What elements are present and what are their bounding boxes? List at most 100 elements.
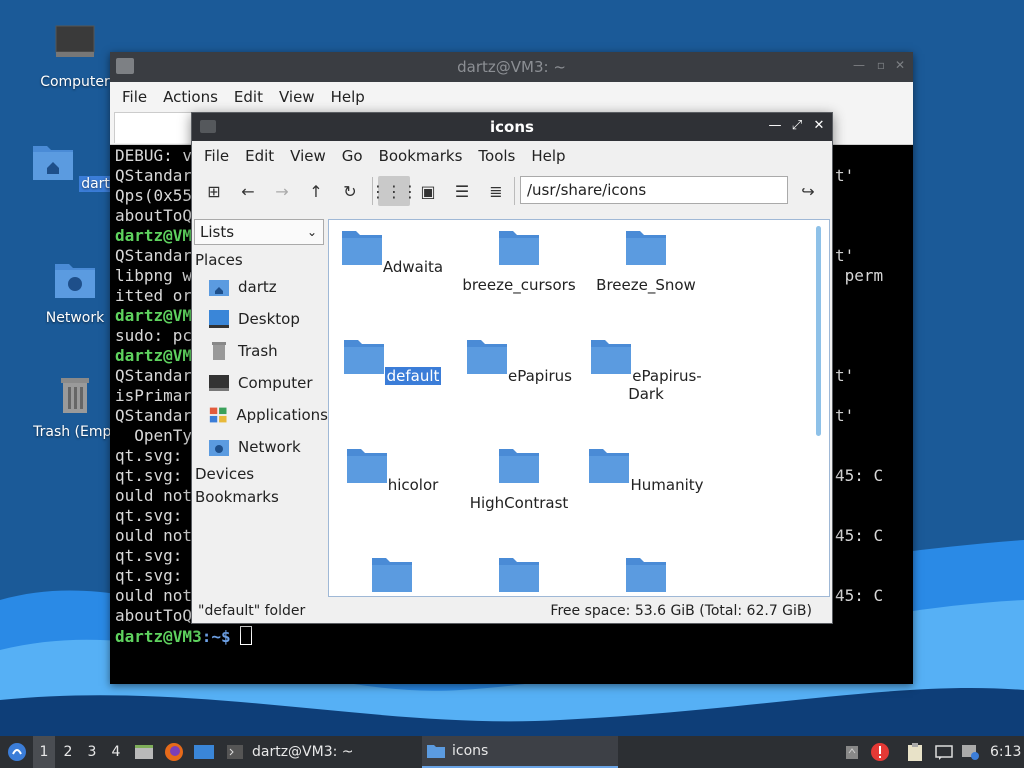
task-icons[interactable]: icons	[422, 736, 618, 768]
folder-item[interactable]: Adwaita	[332, 228, 452, 276]
fm-menubar: File Edit View Go Bookmarks Tools Help	[192, 141, 832, 171]
tray-updates[interactable]	[844, 736, 860, 768]
folder-item[interactable]: ePapirus-Dark	[586, 337, 706, 403]
folder-icon	[626, 558, 666, 592]
terminal-line-tail: 45: C	[835, 466, 884, 485]
icon-view-icon[interactable]: ⋮⋮⋮	[370, 176, 418, 206]
folder-item[interactable]: ePapirus	[459, 337, 579, 385]
thumbnail-view-icon[interactable]: ▣	[412, 176, 444, 206]
place-home[interactable]: dartz	[192, 271, 328, 303]
file-manager-window[interactable]: icons — ⤢ ✕ File Edit View Go Bookmarks …	[191, 112, 833, 624]
devices-header[interactable]: Devices	[192, 465, 328, 485]
folder-item[interactable]	[586, 555, 706, 596]
folder-item[interactable]: hicolor	[332, 446, 452, 494]
quicklaunch-file-manager[interactable]	[134, 736, 154, 768]
scrollbar[interactable]	[816, 226, 821, 436]
maximize-icon[interactable]: ▫	[877, 58, 885, 72]
fm-titlebar[interactable]: icons — ⤢ ✕	[192, 113, 832, 141]
terminal-line-tail	[835, 186, 910, 206]
place-applications[interactable]: Applications	[192, 399, 328, 431]
go-icon[interactable]: ↪	[792, 176, 824, 206]
back-icon[interactable]: ←	[232, 176, 264, 206]
quicklaunch-desktop[interactable]	[193, 736, 215, 768]
task-terminal[interactable]: dartz@VM3: ~	[222, 736, 422, 768]
menu-file[interactable]: File	[196, 147, 237, 165]
folder-icon	[341, 231, 382, 265]
folder-item[interactable]: breeze_cursors	[459, 228, 579, 294]
menu-tools[interactable]: Tools	[470, 147, 523, 165]
terminal-line-tail: t'	[835, 246, 855, 265]
place-label: Applications	[236, 406, 328, 424]
quicklaunch-firefox[interactable]	[164, 736, 184, 768]
tray-alert[interactable]	[870, 736, 890, 768]
place-label: dartz	[238, 278, 277, 296]
computer-icon	[209, 375, 229, 391]
side-pane-mode-select[interactable]: Lists ⌄	[194, 219, 324, 245]
tray-network[interactable]	[960, 736, 980, 768]
place-computer[interactable]: Computer	[192, 367, 328, 399]
menu-help[interactable]: Help	[323, 88, 373, 106]
folder-icon	[343, 340, 384, 374]
folder-item[interactable]: HighContrast	[459, 446, 579, 512]
menu-help[interactable]: Help	[523, 147, 573, 165]
workspace-1[interactable]: 1	[33, 736, 55, 768]
tray-notifications[interactable]	[934, 736, 954, 768]
up-icon[interactable]: ↑	[300, 176, 332, 206]
workspace-4[interactable]: 4	[105, 736, 127, 768]
place-trash[interactable]: Trash	[192, 335, 328, 367]
menu-file[interactable]: File	[114, 88, 155, 106]
clock[interactable]: 6:13	[990, 736, 1021, 768]
detailed-view-icon[interactable]: ≣	[480, 176, 512, 206]
reload-icon[interactable]: ↻	[334, 176, 366, 206]
close-icon[interactable]: ✕	[810, 117, 828, 135]
menu-actions[interactable]: Actions	[155, 88, 226, 106]
side-pane: Lists ⌄ Places dartz Desktop Trash Compu…	[192, 211, 328, 603]
terminal-line-tail	[835, 146, 910, 166]
close-icon[interactable]: ✕	[895, 58, 905, 72]
show-desktop-icon	[194, 745, 214, 759]
place-label: Computer	[238, 374, 313, 392]
chat-icon	[935, 745, 953, 760]
menu-view[interactable]: View	[282, 147, 334, 165]
folder-icon	[346, 449, 387, 483]
place-network[interactable]: Network	[192, 431, 328, 463]
folder-item[interactable]: Breeze_Snow	[586, 228, 706, 294]
folder-icon	[499, 231, 539, 265]
terminal-line-tail	[835, 226, 910, 246]
folder-item[interactable]: default	[332, 337, 452, 385]
terminal-line-tail	[835, 426, 910, 446]
folder-icon	[467, 340, 507, 374]
minimize-icon[interactable]: —	[853, 58, 865, 72]
workspace-3[interactable]: 3	[81, 736, 103, 768]
menu-edit[interactable]: Edit	[237, 147, 282, 165]
path-input[interactable]: /usr/share/icons	[520, 176, 788, 204]
folder-icon	[499, 558, 539, 592]
folder-item[interactable]	[459, 555, 579, 596]
terminal-line-tail	[835, 506, 910, 526]
compact-view-icon[interactable]: ☰	[446, 176, 478, 206]
folder-view[interactable]: Adwaita breeze_cursors Breeze_Snow default e…	[328, 219, 830, 597]
bookmarks-header[interactable]: Bookmarks	[192, 488, 328, 508]
maximize-icon[interactable]: ⤢	[788, 117, 806, 135]
desktop-icon-label: Network	[45, 310, 105, 326]
main-menu-button[interactable]	[4, 736, 30, 768]
folder-item[interactable]: Humanity	[586, 446, 706, 494]
status-bar: "default" folder Free space: 53.6 GiB (T…	[192, 599, 832, 623]
forward-icon[interactable]: →	[266, 176, 298, 206]
folder-name: Adwaita	[382, 258, 444, 276]
menu-view[interactable]: View	[271, 88, 323, 106]
workspace-2[interactable]: 2	[57, 736, 79, 768]
folder-item[interactable]	[332, 555, 452, 596]
terminal-icon	[227, 745, 243, 759]
tray-clipboard[interactable]	[906, 736, 924, 768]
place-desktop[interactable]: Desktop	[192, 303, 328, 335]
menu-bookmarks[interactable]: Bookmarks	[371, 147, 471, 165]
menu-edit[interactable]: Edit	[226, 88, 271, 106]
menu-go[interactable]: Go	[334, 147, 371, 165]
places-header[interactable]: Places	[192, 251, 328, 271]
new-tab-icon[interactable]: ⊞	[198, 176, 230, 206]
desktop-icon-label: Trash (Empt	[33, 424, 117, 440]
terminal-titlebar[interactable]: dartz@VM3: ~ — ▫ ✕	[110, 52, 913, 82]
terminal-line-tail: t'	[835, 166, 855, 185]
minimize-icon[interactable]: —	[766, 117, 784, 135]
